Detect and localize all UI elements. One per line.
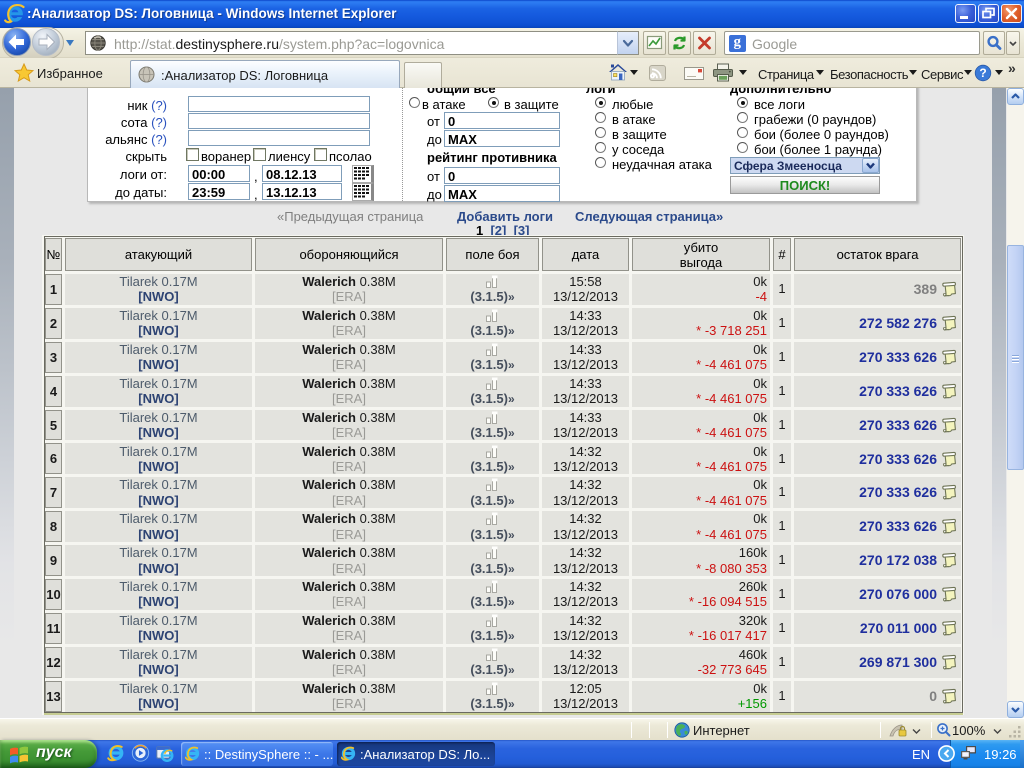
svg-text:?: ? <box>979 66 986 80</box>
